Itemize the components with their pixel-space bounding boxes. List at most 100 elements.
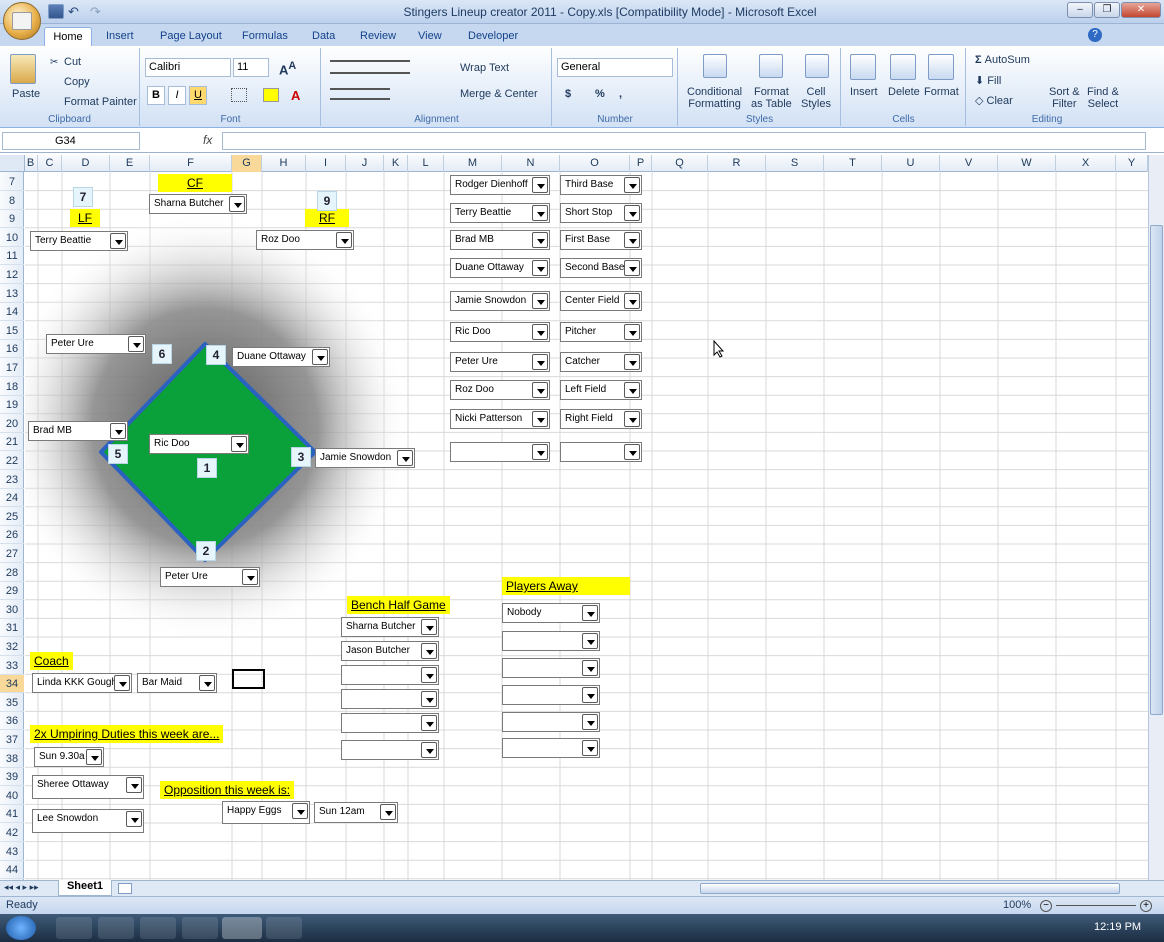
row-header[interactable]: 37: [0, 731, 24, 749]
roster-position-dropdown[interactable]: Right Field: [560, 409, 642, 429]
paste-button[interactable]: Paste: [12, 88, 40, 100]
umpiring-time-dropdown[interactable]: Sun 9.30a: [34, 747, 104, 767]
column-header[interactable]: G: [232, 155, 262, 172]
format-button[interactable]: Format: [924, 86, 959, 98]
roster-position-dropdown[interactable]: Left Field: [560, 380, 642, 400]
chevron-down-icon[interactable]: [336, 232, 352, 248]
bench-dropdown[interactable]: [341, 713, 439, 733]
delete-button[interactable]: Delete: [888, 86, 920, 98]
opposition-dropdown[interactable]: Happy Eggs: [222, 801, 310, 824]
chevron-down-icon[interactable]: [532, 232, 548, 248]
autosum-button[interactable]: Σ AutoSum: [975, 54, 1030, 66]
chevron-down-icon[interactable]: [624, 260, 640, 276]
percent-button[interactable]: %: [595, 88, 605, 100]
row-header[interactable]: 17: [0, 359, 24, 377]
roster-player-dropdown[interactable]: Roz Doo: [450, 380, 550, 400]
chevron-down-icon[interactable]: [114, 675, 130, 691]
excel-task-icon[interactable]: [222, 917, 262, 939]
tab-page-layout[interactable]: Page Layout: [160, 27, 222, 46]
insert-button[interactable]: Insert: [850, 86, 878, 98]
worksheet-grid[interactable]: CF LF RF 7 9 6 4 5 3 1 2 Sharna Butcher …: [25, 172, 1150, 880]
row-header[interactable]: 41: [0, 805, 24, 824]
column-header[interactable]: I: [306, 155, 346, 172]
tab-insert[interactable]: Insert: [106, 27, 134, 46]
row-header[interactable]: 19: [0, 396, 24, 415]
roster-position-dropdown[interactable]: Third Base: [560, 175, 642, 195]
tab-view[interactable]: View: [418, 27, 442, 46]
chevron-down-icon[interactable]: [421, 715, 437, 731]
messenger-task-icon[interactable]: [98, 917, 134, 939]
cell-styles-button[interactable]: Cell Styles: [801, 86, 831, 110]
chevron-down-icon[interactable]: [582, 633, 598, 649]
pitcher-player-dropdown[interactable]: Ric Doo: [149, 434, 249, 454]
chevron-down-icon[interactable]: [292, 803, 308, 819]
column-header[interactable]: V: [940, 155, 998, 172]
horizontal-scrollbar[interactable]: [700, 883, 1120, 894]
column-header[interactable]: E: [110, 155, 150, 172]
bench-dropdown[interactable]: Sharna Butcher: [341, 617, 439, 637]
row-header[interactable]: 18: [0, 378, 24, 396]
chevron-down-icon[interactable]: [421, 691, 437, 707]
column-header[interactable]: H: [262, 155, 306, 172]
chevron-down-icon[interactable]: [582, 605, 598, 621]
active-cell-g34[interactable]: [232, 669, 265, 689]
app-task-icon[interactable]: [182, 917, 218, 939]
font-size-select[interactable]: 11: [233, 58, 269, 77]
chevron-down-icon[interactable]: [126, 811, 142, 827]
column-header[interactable]: K: [384, 155, 408, 172]
bench-dropdown[interactable]: [341, 665, 439, 685]
row-header[interactable]: 40: [0, 787, 24, 805]
chevron-down-icon[interactable]: [624, 293, 640, 309]
chevron-down-icon[interactable]: [532, 354, 548, 370]
chevron-down-icon[interactable]: [110, 423, 126, 439]
undo-icon[interactable]: ↶: [68, 4, 84, 19]
start-button[interactable]: [6, 916, 36, 940]
third-base-player-dropdown[interactable]: Brad MB: [28, 421, 128, 441]
row-header[interactable]: 29: [0, 582, 24, 601]
umpire-2-dropdown[interactable]: Lee Snowdon: [32, 809, 144, 833]
players-away-dropdown[interactable]: [502, 685, 600, 705]
underline-button[interactable]: U: [189, 86, 207, 105]
second-base-player-dropdown[interactable]: Duane Ottaway: [232, 347, 330, 367]
column-header[interactable]: D: [62, 155, 110, 172]
column-header[interactable]: X: [1056, 155, 1116, 172]
help-icon[interactable]: ?: [1088, 28, 1102, 42]
row-header[interactable]: 10: [0, 229, 24, 247]
row-header[interactable]: 23: [0, 471, 24, 489]
chevron-down-icon[interactable]: [532, 205, 548, 221]
row-header[interactable]: 11: [0, 247, 24, 266]
row-header[interactable]: 9: [0, 210, 24, 229]
players-away-dropdown[interactable]: [502, 712, 600, 732]
row-header[interactable]: 36: [0, 712, 24, 731]
format-as-table-button[interactable]: Format as Table: [751, 86, 792, 110]
paste-icon[interactable]: [10, 54, 36, 84]
find-select-button[interactable]: Find & Select: [1087, 86, 1119, 110]
tab-home[interactable]: Home: [44, 27, 92, 46]
rf-player-dropdown[interactable]: Roz Doo: [256, 230, 354, 250]
row-header[interactable]: 7: [0, 173, 24, 191]
italic-button[interactable]: I: [168, 86, 186, 105]
minimize-button[interactable]: –: [1067, 2, 1093, 18]
row-header[interactable]: 42: [0, 824, 24, 842]
row-header[interactable]: 13: [0, 285, 24, 303]
sort-filter-button[interactable]: Sort & Filter: [1049, 86, 1080, 110]
insert-function-icon[interactable]: fx: [203, 133, 212, 147]
row-header[interactable]: 16: [0, 340, 24, 359]
umpire-1-dropdown[interactable]: Sheree Ottaway: [32, 775, 144, 799]
tab-developer[interactable]: Developer: [468, 27, 518, 46]
chevron-down-icon[interactable]: [128, 336, 144, 352]
chevron-down-icon[interactable]: [624, 232, 640, 248]
chevron-down-icon[interactable]: [397, 450, 413, 466]
chevron-down-icon[interactable]: [421, 643, 437, 659]
chevron-down-icon[interactable]: [582, 740, 598, 756]
roster-position-dropdown[interactable]: [560, 442, 642, 462]
roster-player-dropdown[interactable]: Rodger Dienhoff: [450, 175, 550, 195]
fill-button[interactable]: ⬇ Fill: [975, 74, 1001, 87]
column-header[interactable]: U: [882, 155, 940, 172]
chevron-down-icon[interactable]: [110, 233, 126, 249]
row-header[interactable]: 44: [0, 861, 24, 880]
chevron-down-icon[interactable]: [582, 714, 598, 730]
close-button[interactable]: ✕: [1121, 2, 1161, 18]
chevron-down-icon[interactable]: [242, 569, 258, 585]
row-header[interactable]: 8: [0, 192, 24, 210]
